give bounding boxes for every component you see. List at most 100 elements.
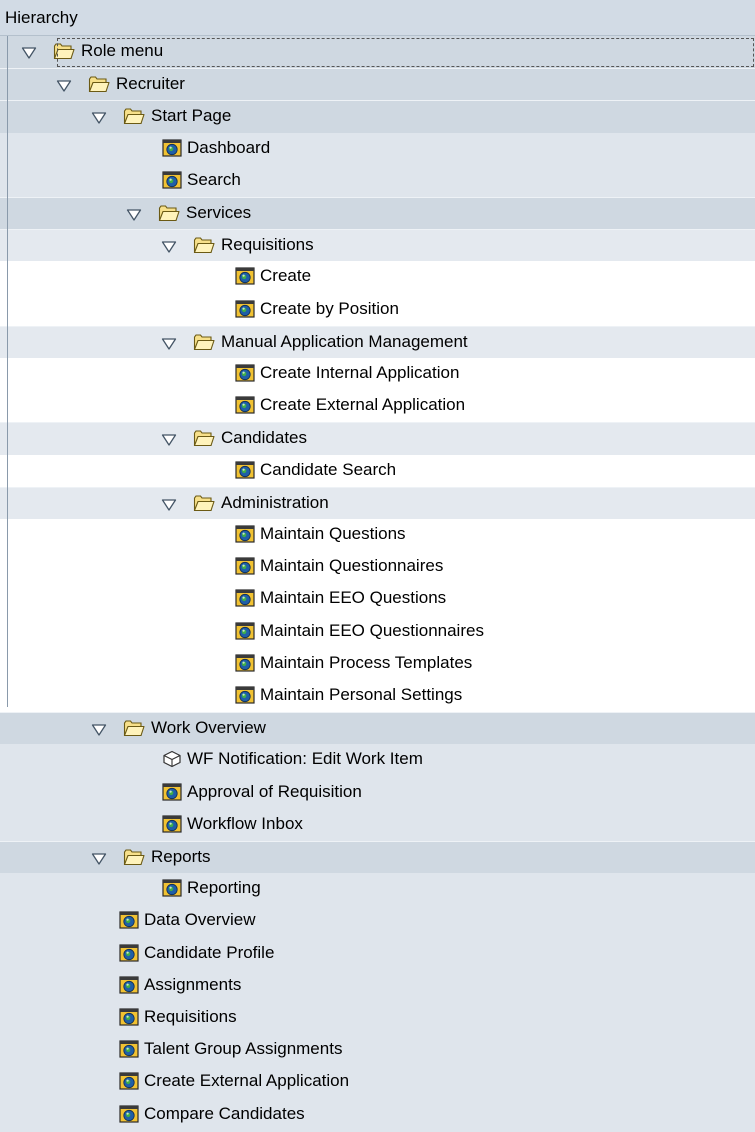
tree-item-requisitions[interactable]: Requisitions (0, 1002, 755, 1035)
tree-item-reporting[interactable]: Reporting (0, 873, 755, 907)
tree-node-label: Requisitions (221, 235, 314, 255)
expand-triangle-icon[interactable] (56, 78, 72, 92)
tree-node-label: Recruiter (116, 74, 185, 94)
tree-node-label: Maintain EEO Questions (260, 588, 447, 608)
tree-item-maintain-personal-settings[interactable]: Maintain Personal Settings (0, 680, 755, 713)
tree-node-label: Role menu (81, 41, 164, 60)
tree-folder-work-overview[interactable]: Work Overview (0, 712, 755, 746)
transaction-icon (235, 686, 255, 704)
tree-item-create-internal-application[interactable]: Create Internal Application (0, 358, 755, 391)
tree-item-maintain-questions[interactable]: Maintain Questions (0, 519, 755, 552)
tree-node-label: Approval of Requisition (187, 781, 362, 801)
tree-connector-line (7, 36, 8, 707)
expand-triangle-icon[interactable] (126, 207, 142, 221)
tree-item-create[interactable]: Create (0, 261, 755, 295)
tree-item-wf-notification-edit-work-item[interactable]: WF Notification: Edit Work Item (0, 744, 755, 778)
work-item-icon (162, 750, 182, 768)
folder-open-icon (158, 204, 180, 222)
tree-item-assignments[interactable]: Assignments (0, 969, 755, 1003)
folder-open-icon (123, 107, 145, 125)
folder-open-icon (193, 236, 215, 254)
tree-item-maintain-questionnaires[interactable]: Maintain Questionnaires (0, 551, 755, 585)
transaction-icon (235, 654, 255, 672)
tree-node-label: Create Internal Application (260, 363, 460, 382)
tree-node-label: Maintain Questions (260, 524, 406, 543)
tree-item-maintain-eeo-questionnaires[interactable]: Maintain EEO Questionnaires (0, 615, 755, 649)
hierarchy-header[interactable]: Hierarchy (0, 0, 755, 36)
tree-item-maintain-process-templates[interactable]: Maintain Process Templates (0, 647, 755, 681)
tree-node-label: Maintain Personal Settings (260, 685, 463, 704)
tree-node-label: Create (260, 266, 312, 286)
tree-item-approval-of-requisition[interactable]: Approval of Requisition (0, 776, 755, 810)
transaction-icon (162, 782, 182, 801)
tree-node-label: Create External Application (144, 1071, 350, 1091)
tree-item-maintain-eeo-questions[interactable]: Maintain EEO Questions (0, 583, 755, 617)
tree-node-label: Start Page (151, 106, 232, 126)
tree-item-search[interactable]: Search (0, 164, 755, 198)
tree-node-label: Manual Application Management (221, 331, 468, 351)
tree-folder-candidates[interactable]: Candidates (0, 422, 755, 456)
folder-open-icon (53, 42, 75, 60)
transaction-icon (119, 1040, 139, 1058)
tree-item-create-external-application[interactable]: Create External Application (0, 390, 755, 424)
tree-node-label: Maintain Questionnaires (260, 556, 444, 576)
expand-triangle-icon[interactable] (161, 336, 177, 350)
tree-folder-recruiter[interactable]: Recruiter (0, 68, 755, 102)
transaction-icon (119, 1104, 139, 1123)
transaction-icon (119, 1072, 139, 1090)
tree-item-compare-candidates[interactable]: Compare Candidates (0, 1098, 755, 1132)
tree-node-label: Requisitions (144, 1007, 237, 1026)
expand-triangle-icon[interactable] (161, 432, 177, 447)
tree-folder-requisitions[interactable]: Requisitions (0, 229, 755, 263)
tree-node-label: Maintain Process Templates (260, 652, 473, 672)
tree-node-label: Work Overview (151, 718, 266, 738)
transaction-icon (119, 976, 139, 994)
transaction-icon (235, 525, 255, 543)
tree-node-label: Compare Candidates (144, 1103, 305, 1123)
transaction-icon (162, 171, 182, 189)
tree-folder-role-menu[interactable]: Role menu (0, 36, 755, 69)
tree-item-candidate-search[interactable]: Candidate Search (0, 454, 755, 488)
tree-folder-services[interactable]: Services (0, 197, 755, 230)
tree-node-label: Workflow Inbox (187, 813, 303, 833)
tree-item-data-overview[interactable]: Data Overview (0, 905, 755, 939)
tree-item-talent-group-assignments[interactable]: Talent Group Assignments (0, 1034, 755, 1068)
expand-triangle-icon[interactable] (91, 722, 107, 736)
hierarchy-header-label: Hierarchy (5, 8, 78, 27)
transaction-icon (235, 396, 255, 414)
transaction-icon (119, 943, 139, 962)
expand-triangle-icon[interactable] (21, 45, 37, 59)
tree-node-label: Maintain EEO Questionnaires (260, 620, 484, 640)
tree-node-label: WF Notification: Edit Work Item (187, 749, 423, 769)
tree-node-label: Create by Position (260, 298, 399, 318)
transaction-icon (119, 911, 139, 929)
tree-item-create-external-application[interactable]: Create External Application (0, 1066, 755, 1100)
transaction-icon (119, 1008, 139, 1026)
folder-open-icon (193, 494, 215, 512)
tree-folder-start-page[interactable]: Start Page (0, 100, 755, 134)
expand-triangle-icon[interactable] (91, 851, 107, 865)
tree-folder-manual-application-management[interactable]: Manual Application Management (0, 325, 755, 359)
tree-folder-administration[interactable]: Administration (0, 486, 755, 520)
expand-triangle-icon[interactable] (91, 110, 107, 125)
tree-item-candidate-profile[interactable]: Candidate Profile (0, 937, 755, 971)
tree-item-create-by-position[interactable]: Create by Position (0, 293, 755, 327)
tree-node-label: Services (186, 203, 252, 222)
tree-item-workflow-inbox[interactable]: Workflow Inbox (0, 808, 755, 842)
tree-node-label: Data Overview (144, 910, 256, 930)
tree-node-label: Dashboard (187, 137, 271, 157)
tree-node-label: Assignments (144, 974, 242, 994)
expand-triangle-icon[interactable] (161, 497, 177, 511)
transaction-icon (235, 589, 255, 607)
tree-node-label: Talent Group Assignments (144, 1039, 343, 1059)
tree-node-label: Candidate Profile (144, 942, 275, 962)
tree-node-label: Candidates (221, 428, 308, 448)
transaction-icon (235, 460, 255, 479)
expand-triangle-icon[interactable] (161, 239, 177, 253)
tree-item-dashboard[interactable]: Dashboard (0, 132, 755, 166)
transaction-icon (235, 621, 255, 640)
tree-folder-reports[interactable]: Reports (0, 841, 755, 874)
transaction-icon (235, 267, 255, 285)
folder-open-icon (193, 333, 215, 351)
tree-node-label: Search (187, 169, 241, 189)
